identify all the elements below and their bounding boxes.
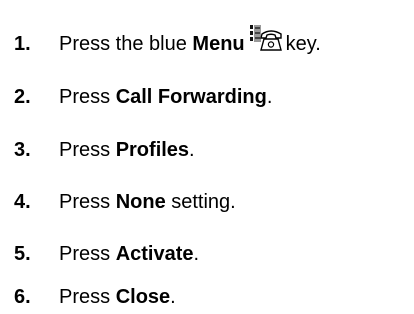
step-1: 1. Press the blue Menu key. [14,24,321,64]
step-5: 5. Press Activate. [14,234,199,274]
step-suffix: . [189,138,195,161]
step-text: Press Profiles. [59,139,195,162]
step-suffix: . [170,286,176,308]
step-suffix: . [266,85,273,108]
step-prefix: Press [59,85,116,108]
step-keyword: Menu [192,32,245,55]
step-number: 2. [14,85,31,108]
step-6: 6. Press Close. [14,286,176,314]
menu-phone-key-icon [249,24,283,52]
step-3: 3. Press Profiles. [14,130,195,170]
step-keyword: Close [115,286,171,308]
step-number: 5. [14,242,31,265]
step-2: 2. Press Call Forwarding. [14,77,272,117]
step-prefix: Press [59,190,116,213]
step-keyword: Profiles [115,138,190,161]
step-prefix: Press [59,286,116,308]
step-suffix: key. [285,32,321,55]
step-prefix: Press [59,138,116,161]
step-prefix: Press the blue [59,32,193,55]
step-text: Press Activate. [59,243,199,266]
step-text: Press the blue Menu [59,33,245,56]
step-keyword: Activate [115,242,194,265]
step-text: Press None setting. [59,191,236,214]
step-prefix: Press [59,242,116,265]
step-suffix: setting. [165,190,236,213]
step-keyword: None [115,190,166,213]
step-number: 4. [14,190,31,213]
step-number: 3. [14,138,31,161]
step-number: 1. [14,32,31,55]
step-4: 4. Press None setting. [14,182,236,222]
step-keyword: Call Forwarding [115,85,267,108]
step-suffix: . [193,242,200,265]
step-text: Press Close. [59,286,176,309]
step-number: 6. [14,286,31,308]
step-text: Press Call Forwarding. [59,86,272,109]
